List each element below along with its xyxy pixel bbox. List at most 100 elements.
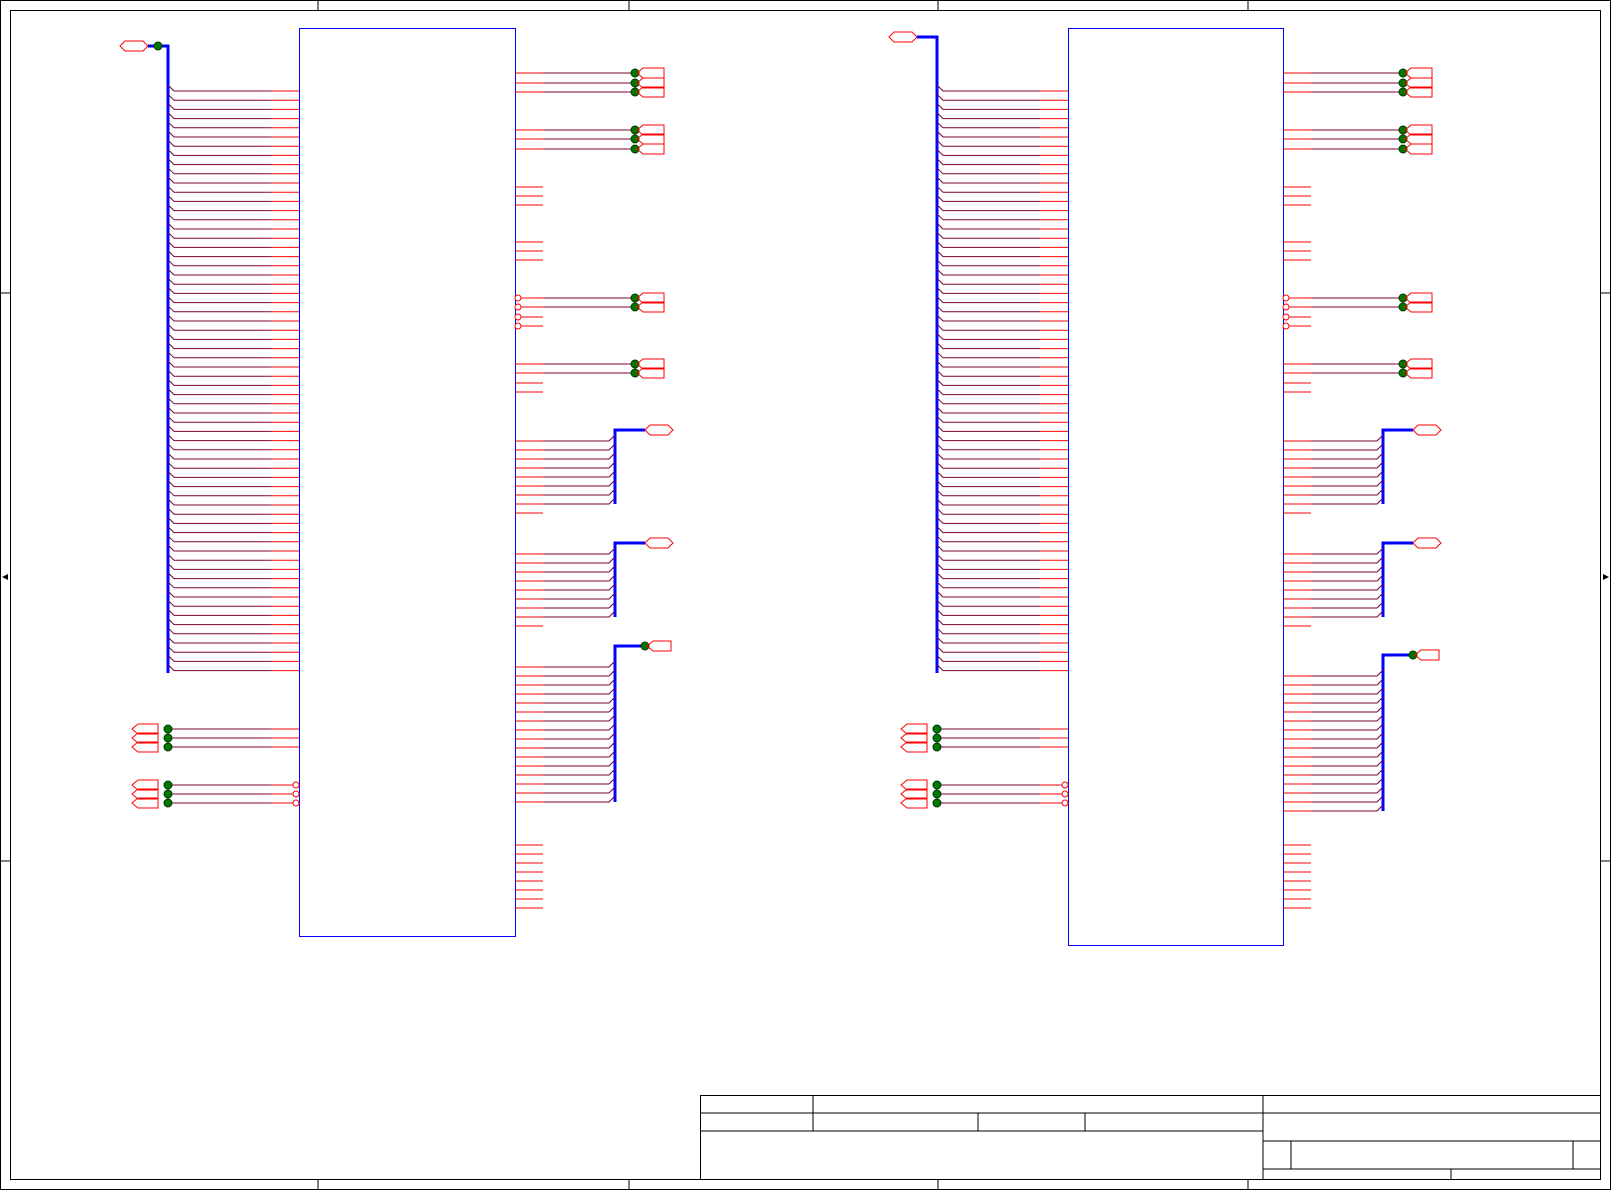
- bus-entry-wire: [167, 452, 271, 460]
- bus-entry-wire: [936, 498, 1040, 506]
- junction-dot: [630, 144, 640, 154]
- junction-dot: [630, 78, 640, 88]
- bus-entry-wire: [1311, 786, 1384, 794]
- bus-entry-wire: [543, 461, 616, 469]
- bus-entry-wire: [1311, 583, 1384, 591]
- bus-entry-wire: [167, 167, 271, 175]
- junction-dot: [630, 87, 640, 97]
- bus-entry-wire: [936, 158, 1040, 166]
- bus-entry-wire: [167, 379, 271, 386]
- bus-entry-wire: [167, 461, 271, 469]
- bus-entry-wire: [167, 599, 271, 607]
- bus-entry-wire: [167, 158, 271, 166]
- bus-entry-wire: [936, 636, 1040, 644]
- bus-entry-wire: [936, 599, 1040, 607]
- bus-entry-wire: [1311, 565, 1384, 573]
- bus-entry-wire: [936, 222, 1040, 230]
- bus-entry-wire: [167, 287, 271, 294]
- bus-entry-wire: [167, 397, 271, 405]
- bus-entry-wire: [1311, 678, 1384, 686]
- bus-entry-wire: [936, 93, 1040, 101]
- bus-entry-wire: [543, 574, 616, 582]
- bus-entry-wire: [1311, 497, 1384, 505]
- bus-line: [613, 541, 645, 617]
- component-left[interactable]: [119, 28, 674, 937]
- component-right[interactable]: [888, 28, 1442, 946]
- junction-dot: [163, 789, 173, 799]
- inversion-bubble: [514, 313, 522, 321]
- bus-entry-wire: [167, 314, 271, 322]
- junction-dot: [1398, 68, 1408, 78]
- junction-dot: [630, 293, 640, 303]
- bus-entry-wire: [936, 250, 1040, 258]
- bus-entry-wire: [167, 535, 271, 543]
- bus-entry-wire: [936, 277, 1040, 285]
- bus-entry-wire: [936, 259, 1040, 267]
- arrow-marker-left: [2, 574, 8, 580]
- inversion-bubble: [1061, 781, 1069, 789]
- junction-dot: [630, 302, 640, 312]
- junction-dot: [1398, 87, 1408, 97]
- bus-entry-wire: [936, 342, 1040, 350]
- bus-entry-wire: [167, 351, 271, 359]
- bus-entry-wire: [543, 434, 616, 442]
- bus-entry-wire: [936, 535, 1040, 543]
- bus-entry-wire: [1311, 732, 1384, 740]
- bus-line: [613, 644, 645, 802]
- bus-entry-wire: [936, 204, 1040, 212]
- bus-entry-wire: [936, 149, 1040, 156]
- bus-entry-wire: [167, 149, 271, 156]
- bus-entry-wire: [1311, 470, 1384, 478]
- bus-entry-wire: [936, 231, 1040, 239]
- bus-entry-wire: [543, 714, 616, 722]
- bus-entry-wire: [543, 705, 616, 713]
- bus-entry-wire: [167, 507, 271, 515]
- bus-entry-wire: [1311, 759, 1384, 767]
- component-body: [1068, 28, 1284, 946]
- bus-entry-wire: [936, 618, 1040, 626]
- bus-entry-wire: [167, 645, 271, 653]
- junction-dot: [163, 724, 173, 734]
- bus-entry-wire: [167, 655, 271, 662]
- bus-entry-wire: [543, 479, 616, 487]
- junction-dot: [932, 724, 942, 734]
- bus-entry-wire: [167, 388, 271, 396]
- bus-entry-wire: [543, 556, 616, 564]
- bus-entry-wire: [543, 750, 616, 758]
- bus-entry-wire: [167, 627, 271, 635]
- bus-entry-wire: [936, 333, 1040, 340]
- bus-entry-wire: [936, 139, 1040, 147]
- inversion-bubble: [514, 322, 522, 330]
- bus-entry-wire: [167, 489, 271, 497]
- junction-dot: [1398, 144, 1408, 154]
- bus-entry-wire: [167, 139, 271, 147]
- bus-entry-wire: [936, 609, 1040, 616]
- title-block-frame: [700, 1095, 1601, 1180]
- bus-entry-wire: [543, 687, 616, 695]
- bus-entry-wire: [936, 323, 1040, 331]
- junction-dot: [630, 125, 640, 135]
- bus-entry-wire: [167, 185, 271, 193]
- bus-entry-wire: [936, 305, 1040, 313]
- bus-entry-wire: [167, 443, 271, 451]
- bus-entry-wire: [167, 480, 271, 488]
- bus-entry-wire: [1311, 777, 1384, 785]
- bus-entry-wire: [167, 544, 271, 552]
- bus-entry-wire: [543, 443, 616, 451]
- bus-entry-wire: [543, 452, 616, 460]
- bus-entry-wire: [543, 488, 616, 496]
- net-port: [119, 40, 149, 52]
- junction-dot: [163, 798, 173, 808]
- bus-entry-wire: [167, 176, 271, 184]
- bus-entry-wire: [936, 397, 1040, 405]
- net-port: [636, 67, 665, 79]
- bus-entry-wire: [1311, 443, 1384, 451]
- bus-entry-wire: [543, 759, 616, 767]
- junction-dot: [640, 641, 650, 651]
- bus-entry-wire: [543, 732, 616, 740]
- bus-entry-wire: [936, 167, 1040, 175]
- bus-entry-wire: [167, 93, 271, 101]
- bus-entry-wire: [1311, 714, 1384, 722]
- inversion-bubble: [1282, 322, 1290, 330]
- bus-entry-wire: [936, 213, 1040, 221]
